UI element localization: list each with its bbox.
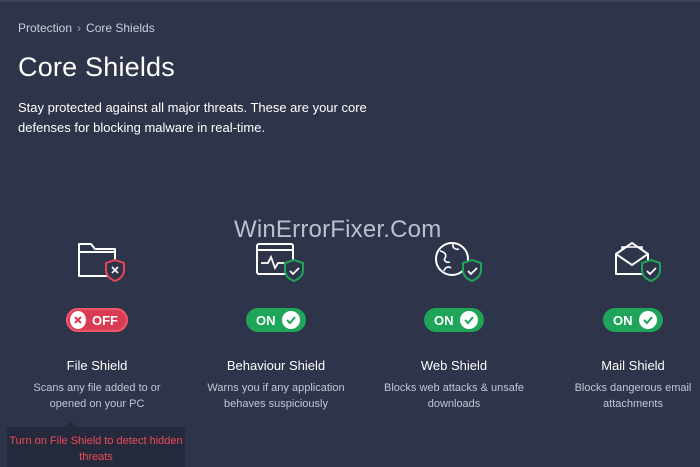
file-shield-toggle[interactable]: OFF [66,308,128,332]
file-shield-name: File Shield [66,358,128,373]
behaviour-shield-description: Warns you if any application behaves sus… [207,382,345,410]
file-shield-tooltip: Turn on File Shield to detect hidden thr… [7,421,185,467]
check-circle-icon [281,311,300,329]
x-circle-icon [70,311,86,329]
behaviour-shield-status: ON [256,312,276,328]
check-circle-icon [638,311,657,329]
behaviour-shield-name: Behaviour Shield [226,358,326,373]
monitor-pulse-icon [241,236,311,286]
mail-shield-name: Mail Shield [601,358,665,373]
mail-shield-description: Blocks dangerous email attachments [574,382,692,410]
mail-shield-card: ON Mail Shield Blocks dangerous email at… [548,236,700,412]
globe-icon [419,236,489,286]
behaviour-shield-card: ON Behaviour Shield Warns you if any app… [191,236,361,412]
top-divider [0,0,700,2]
folder-icon [62,236,132,286]
web-shield-status: ON [434,312,454,328]
check-circle-icon [459,311,478,329]
page-description: Stay protected against all major threats… [18,100,367,135]
breadcrumb: Protection › Core Shields [18,21,155,35]
behaviour-shield-toggle[interactable]: ON [246,308,306,332]
breadcrumb-protection[interactable]: Protection [18,21,72,35]
breadcrumb-current: Core Shields [86,21,155,35]
web-shield-toggle[interactable]: ON [424,308,484,332]
mail-shield-toggle[interactable]: ON [603,308,663,332]
breadcrumb-separator: › [77,21,82,35]
page-title: Core Shields [18,52,175,82]
file-shield-description: Scans any file added to or opened on you… [33,382,161,410]
web-shield-card: ON Web Shield Blocks web attacks & unsaf… [369,236,539,412]
envelope-icon [598,236,668,286]
mail-shield-status: ON [613,312,633,328]
file-shield-card: OFF File Shield Scans any file added to … [12,236,182,412]
file-shield-status: OFF [92,312,118,328]
web-shield-name: Web Shield [420,358,488,373]
web-shield-description: Blocks web attacks & unsafe downloads [383,382,524,410]
